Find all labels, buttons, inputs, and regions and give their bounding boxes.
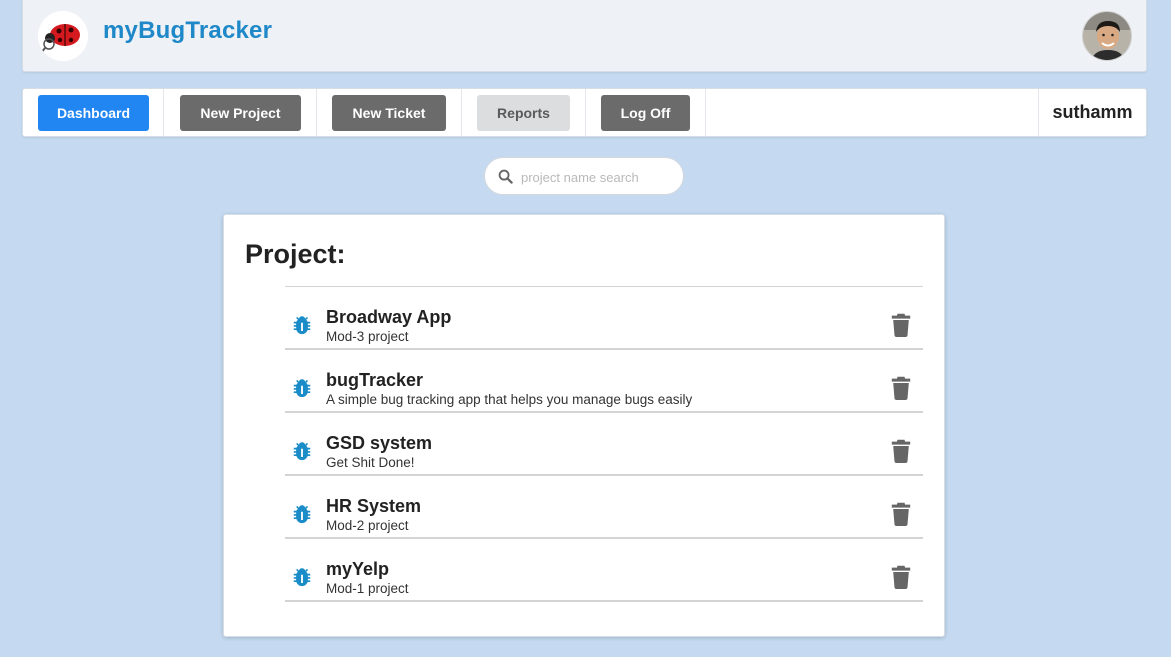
nav-cell-logoff: Log Off [586,89,706,136]
new-project-button[interactable]: New Project [180,95,301,131]
project-description: Get Shit Done! [326,455,415,470]
project-list: Broadway App Mod-3 project bugTracker A … [285,286,923,602]
project-card: Project: Broadway App Mod-3 project bugT… [223,214,945,637]
nav-cell-reports: Reports [462,89,586,136]
project-name[interactable]: myYelp [326,559,389,580]
project-description: Mod-2 project [326,518,409,533]
new-ticket-button[interactable]: New Ticket [332,95,446,131]
trash-icon[interactable] [891,565,911,589]
project-list-item[interactable]: HR System Mod-2 project [285,476,923,539]
project-name[interactable]: bugTracker [326,370,423,391]
bug-icon [293,568,311,587]
nav-cell-new-ticket: New Ticket [317,89,462,136]
dashboard-button[interactable]: Dashboard [38,95,149,131]
project-name[interactable]: HR System [326,496,421,517]
log-off-button[interactable]: Log Off [601,95,690,131]
project-description: Mod-1 project [326,581,409,596]
bug-icon [293,316,311,335]
project-description: A simple bug tracking app that helps you… [326,392,693,407]
project-name[interactable]: Broadway App [326,307,451,328]
reports-button[interactable]: Reports [477,95,570,131]
bug-icon [293,442,311,461]
trash-icon[interactable] [891,439,911,463]
project-list-item[interactable]: GSD system Get Shit Done! [285,413,923,476]
project-heading: Project: [245,239,346,269]
trash-icon[interactable] [891,376,911,400]
project-list-item[interactable]: bugTracker A simple bug tracking app tha… [285,350,923,413]
trash-icon[interactable] [891,313,911,337]
trash-icon[interactable] [891,502,911,526]
project-name[interactable]: GSD system [326,433,432,454]
app-title[interactable]: myBugTracker [103,17,272,45]
project-search-box [484,157,684,195]
nav-bar: Dashboard New Project New Ticket Reports… [22,88,1147,137]
username-label[interactable]: suthamm [1038,89,1146,136]
app-header: myBugTracker [22,0,1147,72]
search-input[interactable] [521,166,671,188]
nav-cell-new-project: New Project [164,89,317,136]
project-list-item[interactable]: Broadway App Mod-3 project [285,287,923,350]
user-avatar[interactable] [1082,11,1132,61]
project-description: Mod-3 project [326,329,409,344]
project-list-item[interactable]: myYelp Mod-1 project [285,539,923,602]
ladybug-logo-icon[interactable] [38,11,88,61]
nav-cell-dashboard: Dashboard [23,89,164,136]
bug-icon [293,505,311,524]
bug-icon [293,379,311,398]
search-icon [498,169,513,184]
